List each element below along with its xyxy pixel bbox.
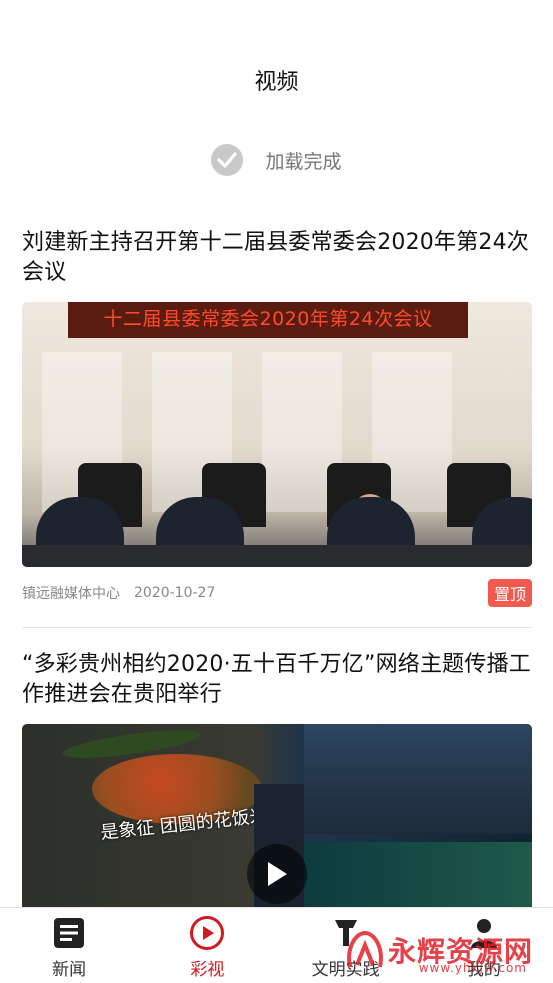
play-icon[interactable]: [247, 844, 307, 904]
divider: [22, 627, 532, 628]
loading-status-label: 加载完成: [265, 150, 342, 173]
play-circle-icon: [187, 914, 227, 952]
tab-video[interactable]: 彩视: [138, 908, 276, 983]
watermark-url: www.yhkjw.com: [418, 961, 527, 975]
article-source: 镇远融媒体中心: [22, 586, 120, 602]
tab-label: 新闻: [52, 960, 87, 980]
article-thumbnail[interactable]: 十二届县委常委会2020年第24次会议: [22, 302, 532, 567]
thumbnail-tile: [304, 724, 532, 834]
article-title[interactable]: 刘建新主持召开第十二届县委常委会2020年第24次会议: [22, 228, 532, 288]
thumbnail-tile: [304, 842, 532, 912]
conference-table: [22, 545, 532, 567]
article-meta: 镇远融媒体中心 2020-10-27 置顶: [22, 579, 532, 607]
article-date: 2020-10-27: [134, 585, 216, 601]
page-title: 视频: [254, 70, 299, 95]
news-icon: [49, 914, 89, 952]
watermark: 永辉资源网 www.yhkjw.com: [342, 927, 533, 975]
tab-label: 彩视: [190, 960, 225, 980]
tab-news[interactable]: 新闻: [0, 908, 138, 983]
header: 视频: [0, 0, 553, 120]
refresh-status: 加载完成: [0, 140, 553, 180]
check-circle-icon: [211, 144, 244, 176]
article-card[interactable]: 刘建新主持召开第十二届县委常委会2020年第24次会议 十二届县委常委会2020…: [22, 228, 532, 607]
pinned-badge: 置顶: [487, 579, 532, 607]
article-title[interactable]: “多彩贵州相约2020·五十百千万亿”网络主题传播工作推进会在贵阳举行: [22, 650, 532, 710]
thumbnail-banner: 十二届县委常委会2020年第24次会议: [68, 302, 468, 338]
watermark-logo-icon: [347, 930, 383, 968]
